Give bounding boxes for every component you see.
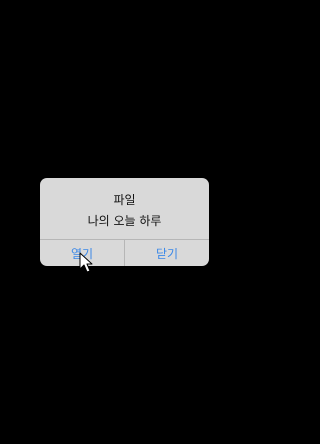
dialog-message: 나의 오늘 하루 — [87, 214, 162, 228]
alert-dialog: 파일 나의 오늘 하루 열기 닫기 — [40, 178, 209, 266]
dialog-title: 파일 — [113, 193, 136, 207]
pointer-arrow-icon — [79, 252, 93, 273]
dialog-actions: 열기 닫기 — [40, 240, 209, 266]
close-button[interactable]: 닫기 — [125, 240, 209, 266]
